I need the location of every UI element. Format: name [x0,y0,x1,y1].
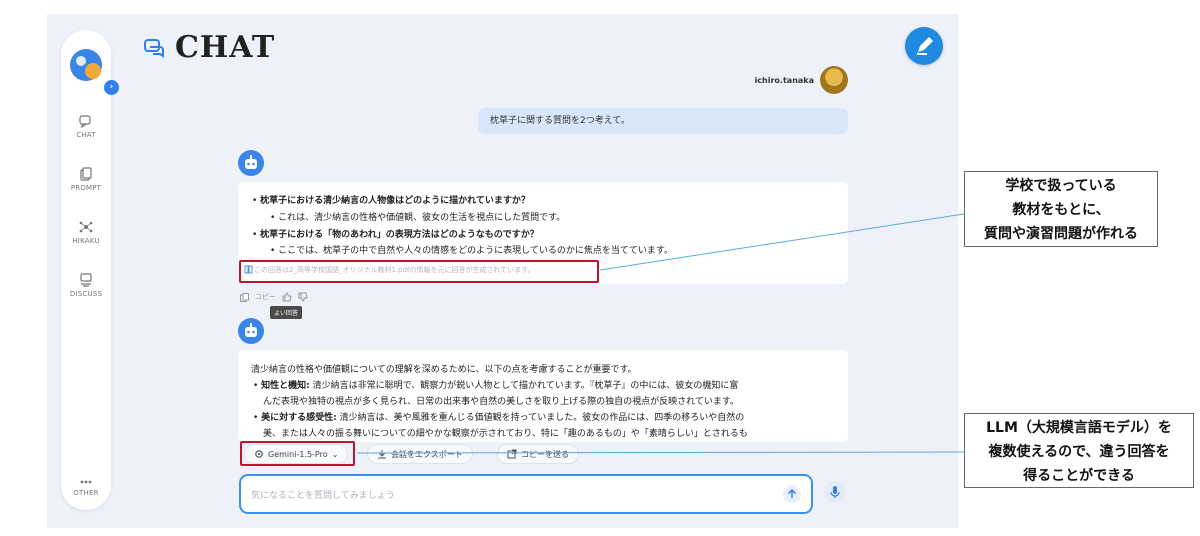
avatar [820,66,848,94]
callout-line: 質問や演習問題が作れる [984,226,1138,242]
sidebar-expand-button[interactable]: › [104,80,119,95]
answer-intro: 清少納言の性格や価値観についての理解を深めるために、以下の点を考慮することが重要… [251,365,637,375]
callout-line: 複数使えるので、違う回答を [988,444,1170,460]
point-text: 清少納言は非常に聡明で、観察力が鋭い人物として描かれています。『枕草子』の中には… [312,381,739,391]
callout-line: 教材をもとに、 [1012,202,1110,218]
point-title: 美に対する感受性: [261,413,337,423]
callout-line: LLM（大規模言語モデル）を [986,420,1172,436]
export-label: 会話をエクスポート [391,449,463,459]
list-item: • 枕草子における「物のあわれ」の表現方法はどのようなものですか？ [252,230,539,240]
sidebar-item-other[interactable]: OTHER [61,478,111,497]
chat-icon [79,115,91,128]
sidebar-label: OTHER [73,489,99,497]
voice-input-button[interactable] [824,481,846,503]
point-title: 知性と機知: [261,381,310,391]
page-title: CHAT [175,30,276,65]
question-2-note: ここでは、枕草子の中で自然や人々の情感をどのように表現しているのかに焦点を当てて… [278,246,674,256]
list-item: • 枕草子における清少納言の人物像はどのように描かれていますか？ [252,196,530,206]
sidebar-label: DISCUSS [69,290,103,298]
discuss-icon [80,273,92,287]
sidebar-item-chat[interactable]: CHAT [61,114,111,139]
compare-icon [79,221,93,233]
tooltip: よい回答 [270,306,303,319]
thumbs-up-icon[interactable] [282,292,292,302]
annotation-callout: 学校で扱っている 教材をもとに、 質問や演習問題が作れる [964,171,1158,247]
new-chat-button[interactable] [905,27,943,65]
bot-message: 清少納言の性格や価値観についての理解を深めるために、以下の点を考慮することが重要… [238,350,848,442]
copy-label[interactable]: コピー [255,292,276,302]
callout-line: 得ることができる [1023,468,1135,484]
app-logo [69,48,103,82]
question-1: 枕草子における清少納言の人物像はどのように描かれていますか？ [260,196,530,206]
sidebar-label: PROMPT [70,184,102,192]
robot-icon [245,323,257,337]
slide: CHAT PROMPT HIKAKU DISCUSS OTHER › CHAT … [0,0,1200,536]
point-text: 清少納言は、美や風雅を重んじる価値観を持っていました。彼女の作品には、四季の移ろ… [339,413,745,423]
point-text-cont: んだ表現や独特の視点が多く見られ、日常の出来事や自然の美しさを取り上げる際の独自… [263,397,739,407]
user-name: ichiro.tanaka [754,75,814,85]
copy-send-button[interactable]: コピーを送る [497,444,579,464]
sidebar-item-prompt[interactable]: PROMPT [61,167,111,192]
bot-avatar [238,318,264,344]
annotation-callout: LLM（大規模言語モデル）を 複数使えるので、違う回答を 得ることができる [964,413,1194,488]
sidebar: CHAT PROMPT HIKAKU DISCUSS OTHER [61,30,111,510]
share-icon [507,449,517,459]
list-item: • ここでは、枕草子の中で自然や人々の情感をどのように表現しているのかに焦点を当… [270,246,674,256]
sidebar-item-discuss[interactable]: DISCUSS [61,273,111,298]
robot-icon [245,155,257,169]
page-header: CHAT [143,30,275,65]
sidebar-item-hikaku[interactable]: HIKAKU [61,220,111,245]
sidebar-label: CHAT [76,131,96,139]
highlight-box [240,441,355,466]
highlight-box [239,260,599,283]
copy-icon[interactable] [240,292,249,302]
more-icon [80,480,92,484]
chat-input[interactable]: 気になることを質問してみましょう [239,474,813,514]
microphone-icon [830,486,840,498]
list-item: • 美に対する感受性: 清少納言は、美や風雅を重んじる価値観を持っていました。彼… [253,413,745,423]
input-placeholder: 気になることを質問してみましょう [251,491,395,501]
pencil-icon [917,37,933,55]
question-2: 枕草子における「物のあわれ」の表現方法はどのようなものですか？ [260,230,539,240]
list-item: • 知性と機知: 清少納言は非常に聡明で、観察力が鋭い人物として描かれています。… [253,381,739,391]
list-item: • これは、清少納言の性格や価値観、彼女の生活を視点にした質問です。 [270,213,566,223]
send-button[interactable] [783,485,801,503]
question-1-note: これは、清少納言の性格や価値観、彼女の生活を視点にした質問です。 [278,213,566,223]
arrow-up-icon [787,488,797,498]
copy-send-label: コピーを送る [521,449,569,459]
export-button[interactable]: 会話をエクスポート [367,444,473,464]
point-text-cont: 美、または人々の振る舞いについての細やかな観察が示されており、特に「趣のあるもの… [263,429,748,439]
feedback-row: コピー [240,292,308,302]
sidebar-label: HIKAKU [72,237,100,245]
thumbs-down-icon[interactable] [298,292,308,302]
chat-icon [144,38,164,58]
user-info: ichiro.tanaka [700,66,848,94]
bot-avatar [238,150,264,176]
callout-line: 学校で扱っている [1005,178,1117,194]
prompt-icon [80,167,92,181]
download-icon [378,450,386,459]
user-message: 枕草子に関する質問を2つ考えて。 [478,108,848,134]
